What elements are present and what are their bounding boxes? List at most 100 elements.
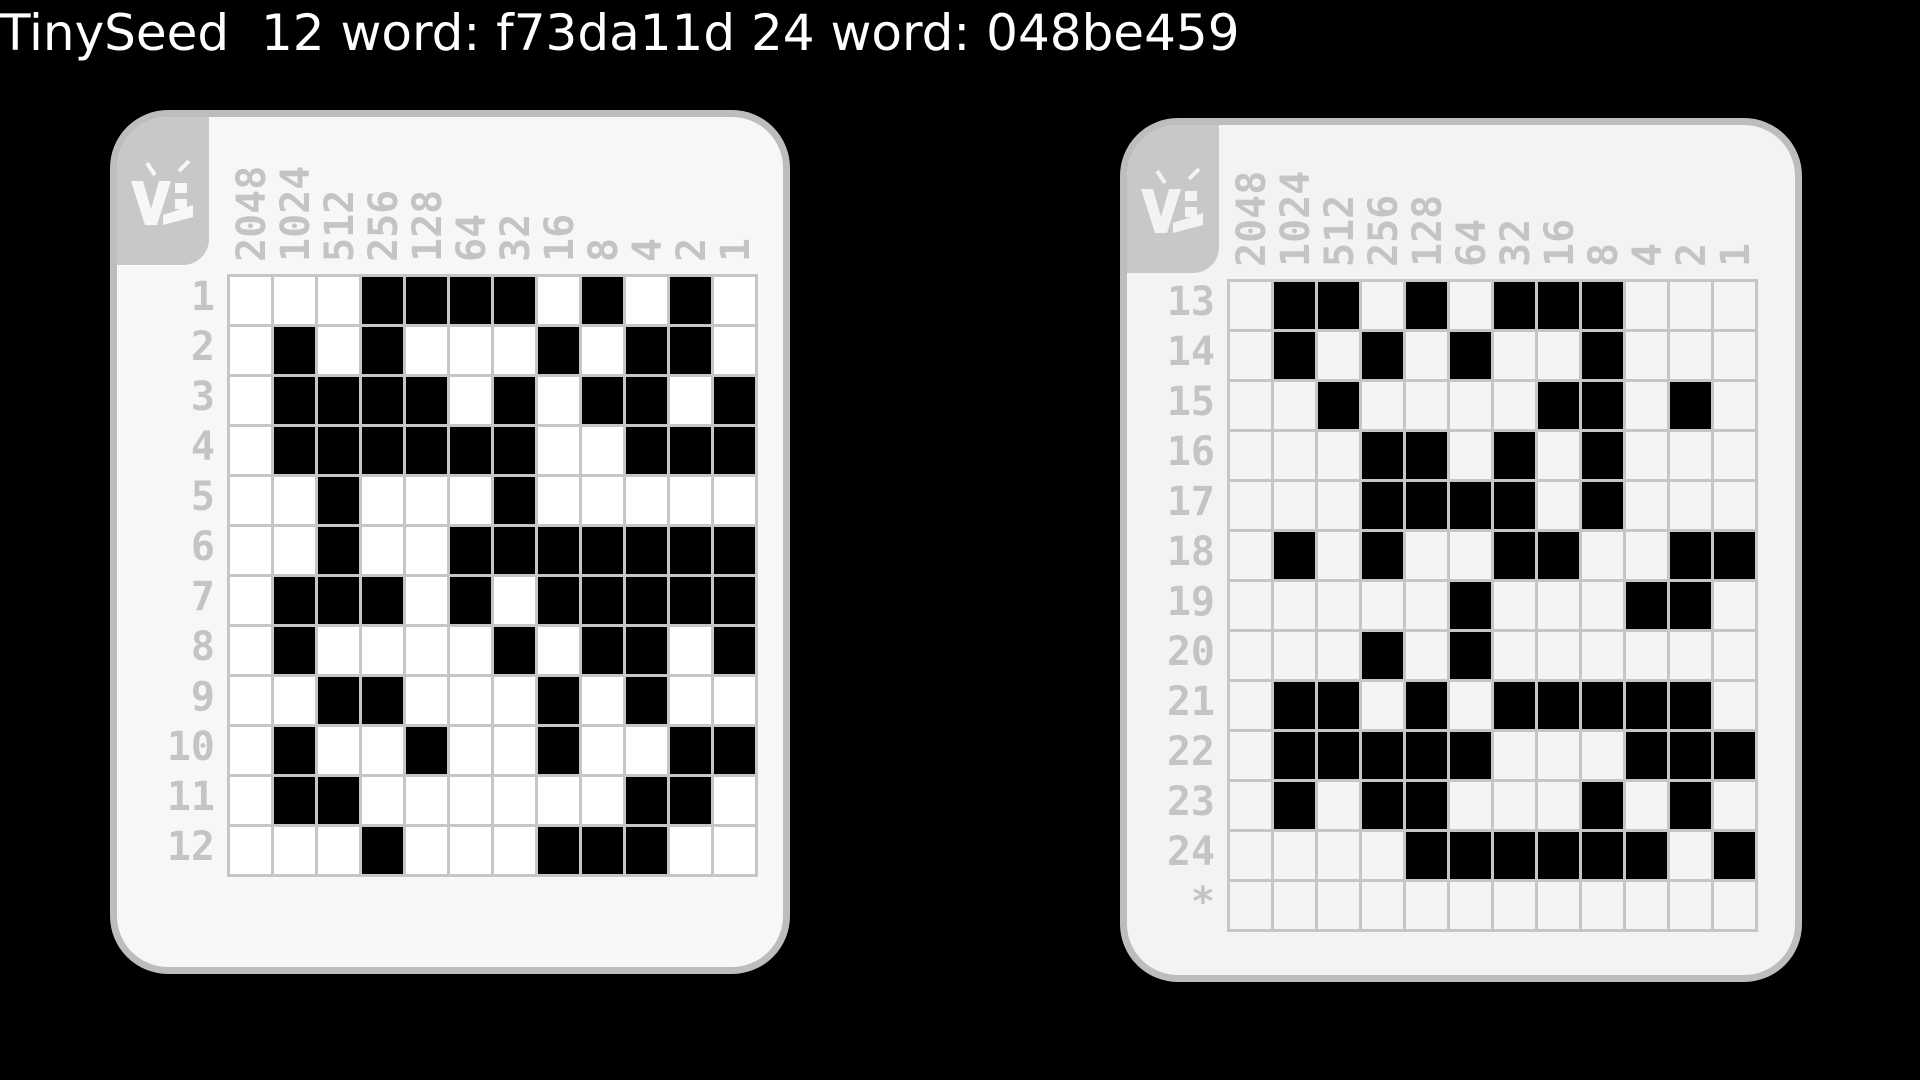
punched-bit-cell <box>714 527 755 574</box>
punched-bit-cell <box>450 527 491 574</box>
punched-bit-cell <box>582 277 623 324</box>
punched-bit-cell <box>1362 332 1403 379</box>
word-number-label: * <box>1190 879 1215 925</box>
bit-label: 1024 <box>1273 170 1319 267</box>
punched-bit-cell <box>494 477 535 524</box>
punched-bit-cell <box>318 477 359 524</box>
bit-label: 2048 <box>1229 170 1275 267</box>
empty-bit-cell <box>538 277 579 324</box>
word-number-label: 24 <box>1166 829 1215 875</box>
empty-bit-cell <box>1538 632 1579 679</box>
empty-bit-cell <box>1582 632 1623 679</box>
empty-bit-cell <box>1230 482 1271 529</box>
punched-bit-cell <box>318 777 359 824</box>
bit-label: 2048 <box>229 165 275 262</box>
punched-bit-cell <box>1538 282 1579 329</box>
word-number-label: 14 <box>1166 329 1215 375</box>
punched-bit-cell <box>670 327 711 374</box>
empty-bit-cell <box>582 427 623 474</box>
empty-bit-cell <box>1494 582 1535 629</box>
bit-label: 2 <box>1669 242 1715 267</box>
empty-bit-cell <box>230 277 271 324</box>
punched-bit-cell <box>1582 432 1623 479</box>
empty-bit-cell <box>1406 382 1447 429</box>
empty-bit-cell <box>230 377 271 424</box>
punched-bit-cell <box>318 577 359 624</box>
punched-bit-cell <box>1582 682 1623 729</box>
punched-bit-cell <box>626 677 667 724</box>
punched-bit-cell <box>670 777 711 824</box>
empty-bit-cell <box>582 327 623 374</box>
punched-bit-cell <box>1318 282 1359 329</box>
punched-bit-cell <box>1494 532 1535 579</box>
punched-bit-cell <box>1670 732 1711 779</box>
empty-bit-cell <box>1494 332 1535 379</box>
bit-label: 512 <box>317 189 363 262</box>
punched-bit-cell <box>1362 632 1403 679</box>
empty-bit-cell <box>1582 732 1623 779</box>
punched-bit-cell <box>274 627 315 674</box>
empty-bit-cell <box>406 827 447 874</box>
empty-bit-cell <box>714 677 755 724</box>
punched-bit-cell <box>1582 382 1623 429</box>
empty-bit-cell <box>450 377 491 424</box>
empty-bit-cell <box>494 327 535 374</box>
punched-bit-cell <box>582 527 623 574</box>
empty-bit-cell <box>1450 382 1491 429</box>
empty-bit-cell <box>1626 782 1667 829</box>
seed-plate-words-13-24: 2048 1024 512 256 128 64 32 16 8 4 2 1 13 14 15 16 17 18… <box>1120 118 1802 982</box>
empty-bit-cell <box>1274 882 1315 929</box>
bit-label: 128 <box>1405 194 1451 267</box>
punched-bit-cell <box>318 527 359 574</box>
empty-bit-cell <box>1714 332 1755 379</box>
empty-bit-cell <box>1406 582 1447 629</box>
seed-bit-grid <box>1227 279 1758 932</box>
punched-bit-cell <box>1274 532 1315 579</box>
empty-bit-cell <box>318 327 359 374</box>
empty-bit-cell <box>406 677 447 724</box>
word-number-label: 15 <box>1166 379 1215 425</box>
empty-bit-cell <box>582 477 623 524</box>
empty-bit-cell <box>230 327 271 374</box>
punched-bit-cell <box>406 727 447 774</box>
punched-bit-cell <box>362 427 403 474</box>
empty-bit-cell <box>1274 632 1315 679</box>
empty-bit-cell <box>1714 582 1755 629</box>
empty-bit-cell <box>230 627 271 674</box>
empty-bit-cell <box>406 327 447 374</box>
empty-bit-cell <box>582 777 623 824</box>
empty-bit-cell <box>1582 532 1623 579</box>
punched-bit-cell <box>494 527 535 574</box>
punched-bit-cell <box>1582 282 1623 329</box>
word-number-label: 4 <box>190 424 215 470</box>
empty-bit-cell <box>1230 532 1271 579</box>
empty-bit-cell <box>1406 532 1447 579</box>
punched-bit-cell <box>1670 382 1711 429</box>
punched-bit-cell <box>406 427 447 474</box>
empty-bit-cell <box>230 727 271 774</box>
punched-bit-cell <box>626 577 667 624</box>
punched-bit-cell <box>1362 482 1403 529</box>
punched-bit-cell <box>538 577 579 624</box>
punched-bit-cell <box>494 377 535 424</box>
punched-bit-cell <box>1670 782 1711 829</box>
punched-bit-cell <box>714 727 755 774</box>
empty-bit-cell <box>1626 532 1667 579</box>
punched-bit-cell <box>494 427 535 474</box>
punched-bit-cell <box>362 327 403 374</box>
empty-bit-cell <box>1538 782 1579 829</box>
punched-bit-cell <box>1406 482 1447 529</box>
word-number-label: 22 <box>1166 729 1215 775</box>
empty-bit-cell <box>582 677 623 724</box>
punched-bit-cell <box>1318 682 1359 729</box>
word-number-label: 1 <box>190 274 215 320</box>
empty-bit-cell <box>538 627 579 674</box>
empty-bit-cell <box>450 827 491 874</box>
punched-bit-cell <box>1450 582 1491 629</box>
empty-bit-cell <box>1318 532 1359 579</box>
empty-bit-cell <box>1626 382 1667 429</box>
empty-bit-cell <box>406 627 447 674</box>
word-number-label: 3 <box>190 374 215 420</box>
empty-bit-cell <box>1406 882 1447 929</box>
empty-bit-cell <box>1714 482 1755 529</box>
